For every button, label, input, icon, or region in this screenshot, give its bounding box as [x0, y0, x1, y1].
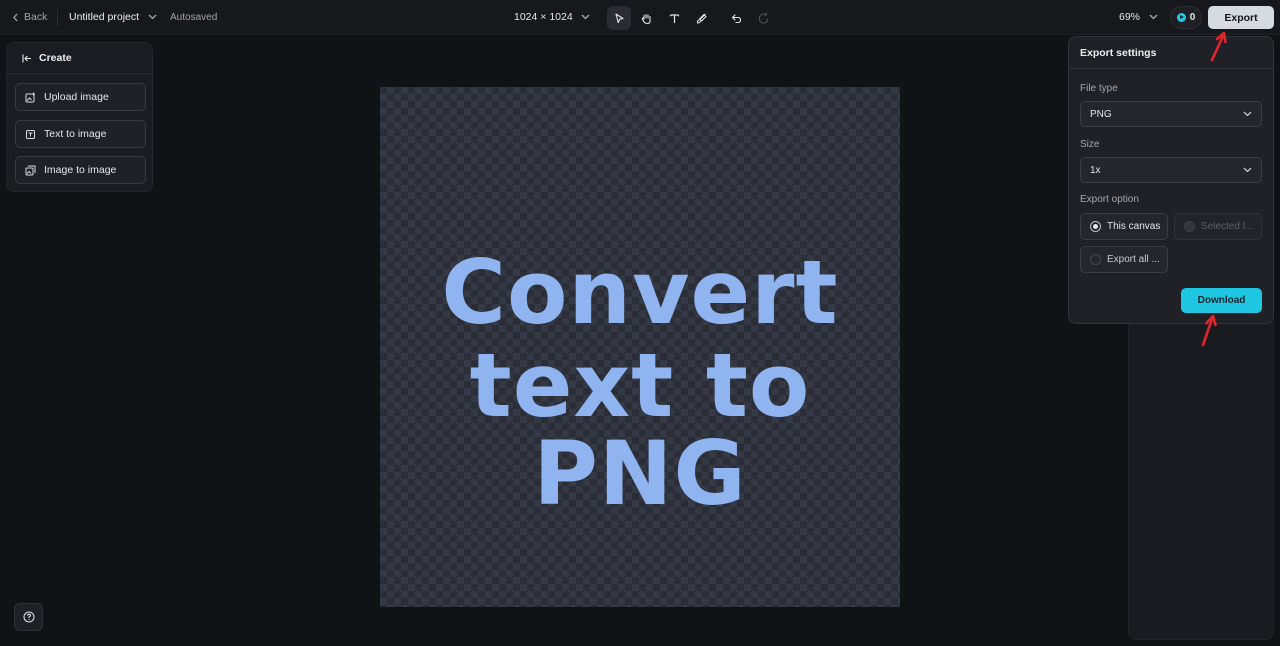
collapse-left-icon	[22, 54, 31, 62]
canvas-size: 1024 × 1024	[514, 11, 573, 23]
select-icon	[614, 12, 624, 23]
select-tool-button[interactable]	[607, 6, 631, 30]
back-button[interactable]: Back	[12, 11, 47, 23]
create-panel-header[interactable]: Create	[7, 43, 152, 74]
option-label: Export all ...	[1107, 254, 1160, 265]
create-item-label: Text to image	[44, 128, 107, 140]
canvas-size-dropdown[interactable]: 1024 × 1024	[514, 11, 590, 23]
save-status: Autosaved	[170, 12, 218, 23]
image-to-image-button[interactable]: Image to image	[15, 156, 146, 184]
redo-icon	[758, 11, 768, 24]
text-tool-button[interactable]	[662, 6, 686, 30]
export-settings-title: Export settings	[1069, 37, 1273, 69]
option-export-all[interactable]: Export all ...	[1080, 246, 1168, 273]
top-toolbar: Back Untitled project Autosaved 1024 × 1…	[0, 0, 1280, 35]
zoom-level: 69%	[1119, 11, 1141, 23]
undo-icon	[731, 13, 741, 23]
properties-panel	[1128, 310, 1274, 640]
hand-tool-button[interactable]	[634, 6, 658, 30]
file-type-value: PNG	[1090, 108, 1112, 120]
text-image-icon	[26, 129, 35, 139]
size-label: Size	[1080, 139, 1100, 150]
help-icon	[22, 611, 35, 623]
undo-button[interactable]	[724, 6, 748, 30]
size-select[interactable]: 1x	[1080, 157, 1262, 183]
chevron-down-icon	[1243, 111, 1252, 117]
option-this-canvas[interactable]: This canvas	[1080, 213, 1168, 240]
annotation-arrow-icon	[1201, 314, 1217, 347]
size-value: 1x	[1090, 164, 1101, 176]
create-item-label: Upload image	[44, 91, 109, 103]
hand-icon	[641, 13, 651, 24]
upload-image-icon	[25, 92, 35, 102]
image-image-icon	[25, 165, 36, 175]
brush-tool-button[interactable]	[689, 6, 713, 30]
divider	[57, 9, 58, 26]
option-selected-layers[interactable]: Selected l...	[1174, 213, 1262, 240]
chevron-down-icon	[1149, 14, 1158, 20]
file-type-select[interactable]: PNG	[1080, 101, 1262, 127]
canvas-text-line-1[interactable]: Convert	[380, 249, 900, 337]
chevron-down-icon	[148, 14, 157, 20]
credits-badge[interactable]: 0	[1170, 6, 1202, 29]
canvas-text-line-2[interactable]: text to PNG	[380, 342, 900, 518]
export-button[interactable]: Export	[1208, 6, 1274, 29]
back-label: Back	[24, 11, 48, 23]
radio-unselected-icon	[1090, 254, 1101, 265]
credits-count: 0	[1189, 12, 1196, 23]
chevron-down-icon	[581, 14, 590, 20]
export-settings-popover: Export settings File type PNG Size 1x Ex…	[1068, 36, 1274, 324]
radio-selected-icon	[1090, 221, 1101, 232]
option-label: This canvas	[1107, 221, 1161, 232]
text-icon	[669, 13, 679, 23]
text-to-image-button[interactable]: Text to image	[15, 120, 146, 148]
project-name: Untitled project	[69, 11, 140, 23]
zoom-dropdown[interactable]: 69%	[1119, 11, 1158, 23]
annotation-arrow-icon	[1210, 31, 1227, 62]
project-name-dropdown[interactable]: Untitled project	[69, 11, 157, 23]
create-item-label: Image to image	[44, 164, 117, 176]
create-panel: Create Upload image Text to image Image …	[6, 42, 153, 192]
redo-button[interactable]	[751, 6, 775, 30]
design-canvas[interactable]: Convert text to PNG	[380, 87, 900, 607]
radio-disabled-icon	[1184, 221, 1195, 232]
download-button[interactable]: Download	[1181, 288, 1262, 313]
option-label: Selected l...	[1201, 221, 1254, 232]
brush-icon	[696, 13, 707, 24]
chevron-down-icon	[1243, 167, 1252, 173]
file-type-label: File type	[1080, 83, 1118, 94]
create-panel-title: Create	[39, 52, 72, 64]
export-option-label: Export option	[1080, 194, 1139, 205]
credit-coin-icon	[1176, 13, 1186, 22]
chevron-left-icon	[13, 13, 18, 21]
upload-image-button[interactable]: Upload image	[15, 83, 146, 111]
help-button[interactable]	[14, 603, 43, 631]
